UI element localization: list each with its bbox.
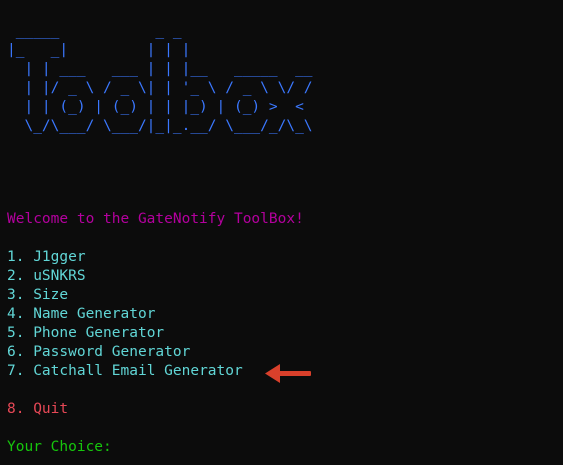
choice-prompt[interactable]: Your Choice: — [7, 438, 112, 457]
menu-item-usnkrs[interactable]: 2. uSNKRS — [7, 267, 243, 286]
toolbox-ascii-banner: _____ _ _ |_ _| | | | | | ___ ___ | | |_… — [7, 23, 313, 134]
menu-item-quit[interactable]: 8. Quit — [7, 400, 68, 419]
terminal-window[interactable]: _____ _ _ |_ _| | | | | | ___ ___ | | |_… — [7, 0, 563, 465]
menu-item-size[interactable]: 3. Size — [7, 286, 243, 305]
prompt-label: Your Choice: — [7, 439, 112, 455]
left-arrow-icon — [265, 364, 311, 383]
arrow-head — [265, 364, 280, 383]
menu-item-phone-generator[interactable]: 5. Phone Generator — [7, 324, 243, 343]
menu-item-name-generator[interactable]: 4. Name Generator — [7, 305, 243, 324]
menu-item-number: 3. — [7, 287, 25, 303]
menu-item-label: Phone Generator — [33, 325, 165, 341]
menu-item-number: 6. — [7, 344, 25, 360]
menu-item-number: 7. — [7, 363, 25, 379]
menu-item-number: 8. — [7, 401, 25, 417]
menu-item-label: J1gger — [33, 249, 86, 265]
menu-item-number: 1. — [7, 249, 25, 265]
menu-item-label: Catchall Email Generator — [33, 363, 243, 379]
menu-item-password-generator[interactable]: 6. Password Generator — [7, 343, 243, 362]
menu-item-label: uSNKRS — [33, 268, 86, 284]
menu-item-j1gger[interactable]: 1. J1gger — [7, 248, 243, 267]
menu-list: 1. J1gger 2. uSNKRS 3. Size 4. Name Gene… — [7, 248, 243, 381]
menu-item-label: Quit — [33, 401, 69, 417]
menu-item-number: 2. — [7, 268, 25, 284]
welcome-message: Welcome to the GateNotify ToolBox! — [7, 211, 304, 227]
menu-item-label: Password Generator — [33, 344, 191, 360]
menu-item-number: 5. — [7, 325, 25, 341]
menu-item-number: 4. — [7, 306, 25, 322]
menu-item-label: Size — [33, 287, 69, 303]
arrow-shaft — [277, 371, 311, 376]
menu-item-label: Name Generator — [33, 306, 156, 322]
menu-item-catchall-email-generator[interactable]: 7. Catchall Email Generator — [7, 362, 243, 381]
